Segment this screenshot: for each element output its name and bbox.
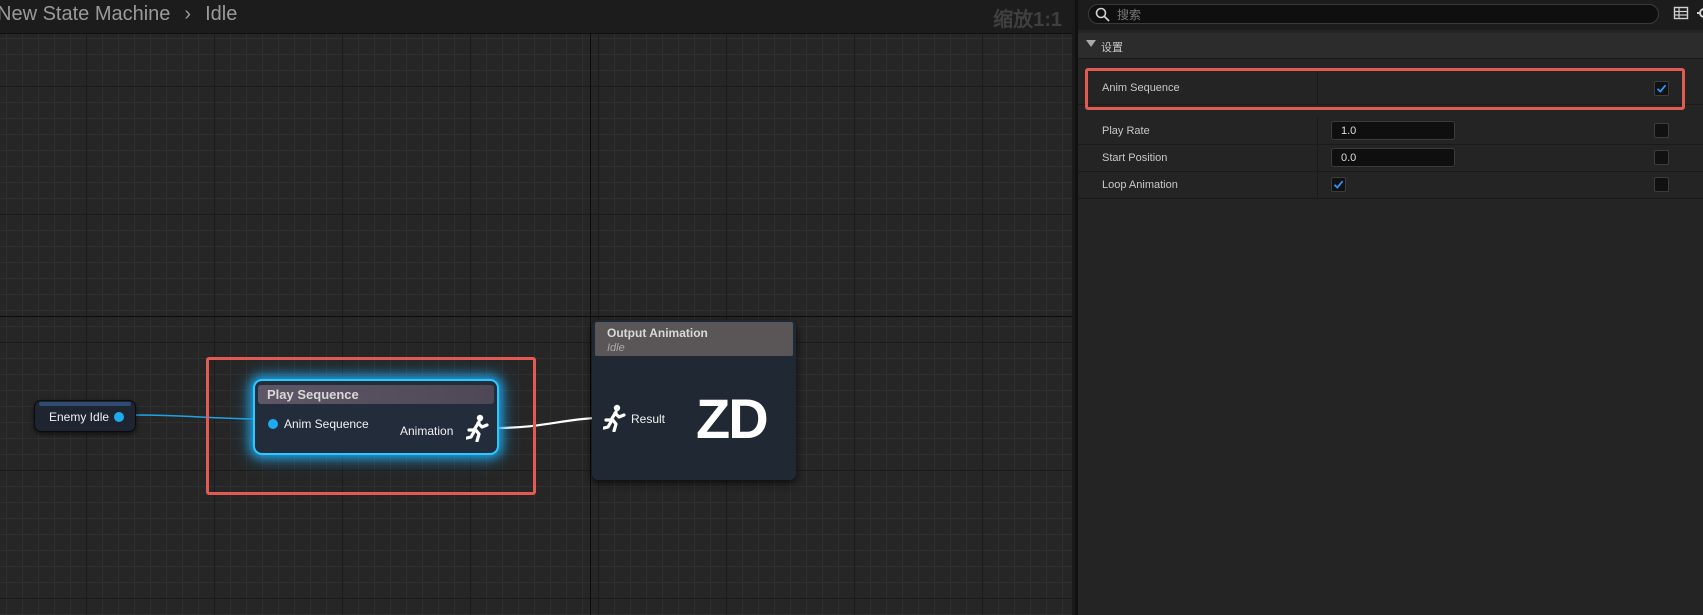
checkmark-icon — [1333, 180, 1344, 189]
property-row-play-rate: Play Rate — [1078, 118, 1703, 145]
anim-sequence-input-pin[interactable] — [268, 419, 278, 429]
column-divider — [1317, 145, 1318, 171]
section-settings-header[interactable]: 设置 — [1078, 33, 1703, 59]
output-animation-node[interactable]: Output Animation Idle Result ZD — [592, 320, 796, 480]
running-figure-icon[interactable] — [603, 404, 627, 432]
running-figure-icon[interactable] — [466, 414, 490, 442]
result-pin-label: Result — [631, 412, 666, 426]
section-title: 设置 — [1101, 42, 1123, 54]
loop-animation-checkbox[interactable] — [1331, 177, 1346, 192]
property-row-start-position: Start Position — [1078, 145, 1703, 172]
anim-sequence-pin-label: Anim Sequence — [284, 417, 369, 431]
details-toolbar — [1078, 0, 1703, 30]
grid-view-icon[interactable] — [1673, 5, 1689, 21]
node-top-strip — [39, 402, 131, 406]
animation-pin-label: Animation — [400, 424, 454, 438]
property-name: Loop Animation — [1102, 179, 1178, 191]
search-input[interactable] — [1115, 6, 1639, 24]
highlight-anim-sequence-row — [1085, 68, 1685, 110]
property-name: Start Position — [1102, 152, 1168, 164]
play-rate-input[interactable] — [1331, 121, 1455, 140]
column-divider — [1317, 172, 1318, 198]
search-box[interactable] — [1088, 4, 1659, 24]
play-sequence-title: Play Sequence — [267, 387, 359, 402]
expose-as-pin-checkbox[interactable] — [1654, 123, 1669, 138]
graph-canvas[interactable]: New State Machine › Idle 缩放1:1 Enemy Idle … — [0, 0, 1072, 615]
zd-logo: ZD — [696, 387, 769, 450]
enemy-idle-label: Enemy Idle — [49, 410, 110, 424]
start-position-input[interactable] — [1331, 148, 1455, 167]
expose-as-pin-checkbox[interactable] — [1654, 150, 1669, 165]
play-sequence-node[interactable]: Play Sequence Anim Sequence Animation — [253, 379, 499, 455]
graph-wires — [133, 414, 596, 430]
output-animation-subtitle: Idle — [607, 342, 625, 354]
search-icon — [1095, 7, 1110, 22]
enemy-idle-node[interactable]: Enemy Idle — [34, 400, 136, 432]
output-animation-title: Output Animation — [607, 326, 708, 340]
column-divider — [1317, 118, 1318, 144]
enemy-idle-output-pin[interactable] — [114, 412, 124, 422]
output-animation-header: Output Animation Idle — [595, 322, 793, 356]
details-panel: 设置 Anim Sequence Play Rate Start Positio… — [1075, 0, 1703, 615]
settings-icon[interactable] — [1695, 5, 1703, 21]
property-row-loop-animation: Loop Animation — [1078, 172, 1703, 199]
expose-as-pin-checkbox[interactable] — [1654, 177, 1669, 192]
collapse-arrow-icon[interactable] — [1086, 40, 1096, 47]
property-name: Play Rate — [1102, 125, 1150, 137]
